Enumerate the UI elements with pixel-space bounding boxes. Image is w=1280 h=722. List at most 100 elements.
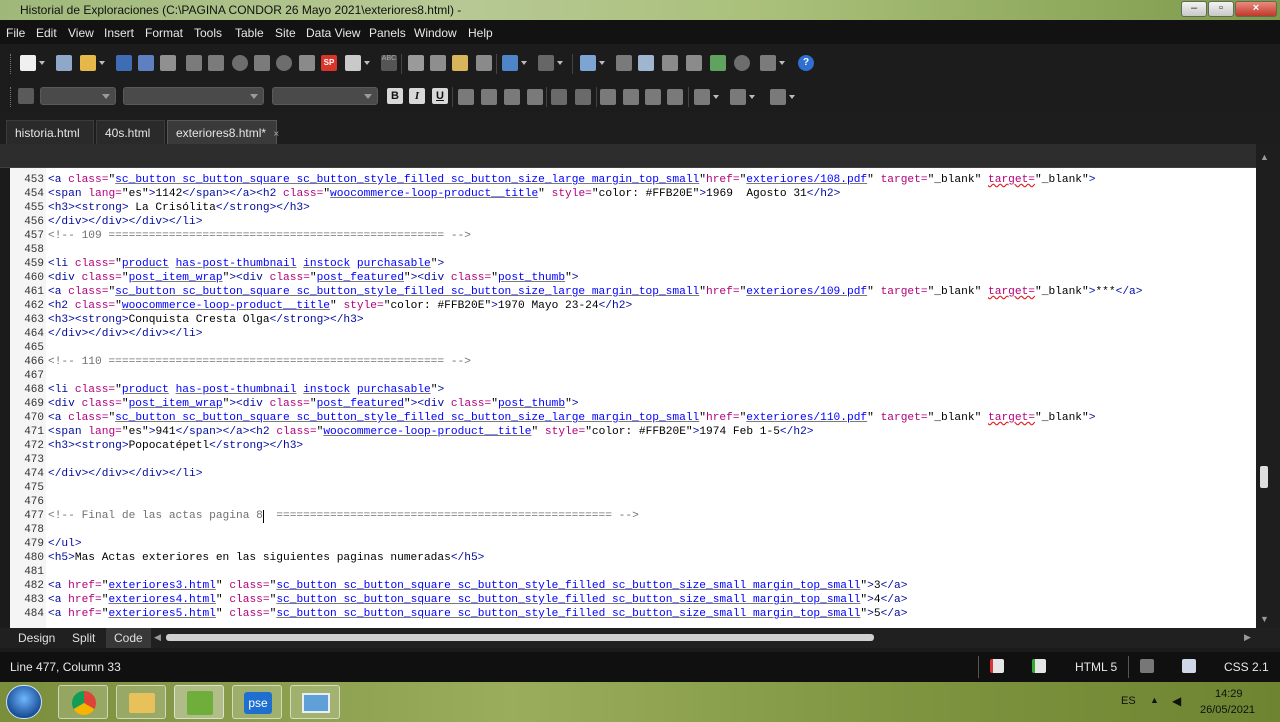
- code-line[interactable]: 460 <div class="post_item_wrap"><div clas…: [10, 271, 1256, 285]
- code-line[interactable]: 471 <span lang="es">941</span></a><h2 cla…: [10, 425, 1256, 439]
- vertical-scrollbar[interactable]: ▲ ▼: [1256, 144, 1280, 628]
- record-icon[interactable]: [734, 55, 750, 71]
- clock-date[interactable]: 26/05/2021: [1200, 704, 1255, 716]
- code-line[interactable]: 467: [10, 369, 1256, 383]
- css-version-label[interactable]: CSS 2.1: [1224, 660, 1269, 674]
- indent-icon[interactable]: [667, 89, 683, 105]
- code-line[interactable]: 457 <!-- 109 ============================…: [10, 229, 1256, 243]
- underline-button[interactable]: U: [432, 88, 448, 104]
- form-icon[interactable]: [710, 55, 726, 71]
- window-size-icon[interactable]: [1140, 659, 1154, 673]
- scroll-up-arrow-icon[interactable]: ▲: [1260, 152, 1269, 162]
- ordered-list-icon[interactable]: [600, 89, 616, 105]
- publish-icon[interactable]: [345, 55, 370, 71]
- bold-button[interactable]: B: [387, 88, 403, 104]
- size-select[interactable]: [272, 87, 378, 105]
- code-line[interactable]: 478: [10, 523, 1256, 537]
- paste-icon[interactable]: [452, 55, 468, 71]
- align-right-icon[interactable]: [504, 89, 520, 105]
- doctype-label[interactable]: HTML 5: [1075, 660, 1117, 674]
- code-line[interactable]: 469 <div class="post_item_wrap"><div clas…: [10, 397, 1256, 411]
- menu-view[interactable]: View: [68, 26, 94, 40]
- code-line[interactable]: 470 <a class="sc_button sc_button_square …: [10, 411, 1256, 425]
- undo-icon[interactable]: [502, 55, 527, 71]
- menu-window[interactable]: Window: [414, 26, 457, 40]
- code-line[interactable]: 474 </div></div></div></li>: [10, 467, 1256, 481]
- taskbar-photos[interactable]: [290, 685, 340, 719]
- justify-icon[interactable]: [527, 89, 543, 105]
- open-folder-icon[interactable]: [80, 55, 105, 71]
- code-line[interactable]: 463 <h3><strong>Conquista Cresta Olga</st…: [10, 313, 1256, 327]
- code-line[interactable]: 455 <h3><strong> La Crisólita</strong></h…: [10, 201, 1256, 215]
- menu-file[interactable]: File: [6, 26, 25, 40]
- menu-data-view[interactable]: Data View: [306, 26, 360, 40]
- code-line[interactable]: 484 <a href="exteriores5.html" class="sc_…: [10, 607, 1256, 621]
- code-line[interactable]: 477 <!-- Final de las actas pagina 8 ====…: [10, 509, 1256, 523]
- horizontal-scroll-thumb[interactable]: [166, 634, 874, 641]
- taskbar-explorer[interactable]: [116, 685, 166, 719]
- menu-site[interactable]: Site: [275, 26, 296, 40]
- help-icon[interactable]: ?: [798, 55, 814, 71]
- align-left-icon[interactable]: [458, 89, 474, 105]
- menu-help[interactable]: Help: [468, 26, 493, 40]
- sp-icon[interactable]: SP: [321, 55, 337, 71]
- windows-start-icon[interactable]: [6, 685, 42, 719]
- snippet-icon[interactable]: [760, 55, 785, 71]
- new-document-icon[interactable]: [56, 55, 72, 71]
- vertical-scroll-thumb[interactable]: [1260, 466, 1268, 488]
- code-line[interactable]: 473: [10, 453, 1256, 467]
- italic-button[interactable]: I: [409, 88, 425, 104]
- align-center-icon[interactable]: [481, 89, 497, 105]
- style-select[interactable]: [40, 87, 116, 105]
- highlight-icon[interactable]: [730, 89, 755, 105]
- clock-time[interactable]: 14:29: [1215, 688, 1243, 700]
- maximize-button[interactable]: ▫: [1208, 1, 1234, 17]
- library-icon[interactable]: [208, 55, 224, 71]
- clear-icon[interactable]: [476, 55, 492, 71]
- image-icon[interactable]: [638, 55, 654, 71]
- split-view-button[interactable]: Split: [64, 628, 103, 648]
- tab-historia[interactable]: historia.html: [6, 120, 94, 144]
- copy-icon[interactable]: [430, 55, 446, 71]
- redo-icon[interactable]: [538, 55, 563, 71]
- code-line[interactable]: 476: [10, 495, 1256, 509]
- code-line[interactable]: 453 <a class="sc_button sc_button_square …: [10, 173, 1256, 187]
- scroll-right-arrow-icon[interactable]: ▶: [1244, 632, 1251, 643]
- preview-icon[interactable]: [299, 55, 315, 71]
- browser-icon[interactable]: [276, 55, 292, 71]
- code-line[interactable]: 472 <h3><strong>Popocatépetl</strong></h3…: [10, 439, 1256, 453]
- validate-icon[interactable]: [232, 55, 248, 71]
- code-line[interactable]: 483 <a href="exteriores4.html" class="sc_…: [10, 593, 1256, 607]
- close-button[interactable]: ×: [1235, 1, 1277, 17]
- find-icon[interactable]: [160, 55, 176, 71]
- code-editor[interactable]: 453 <a class="sc_button sc_button_square …: [10, 168, 1256, 628]
- subscript-icon[interactable]: [575, 89, 591, 105]
- menu-insert[interactable]: Insert: [104, 26, 134, 40]
- save-all-icon[interactable]: [138, 55, 154, 71]
- properties-icon[interactable]: [186, 55, 202, 71]
- unordered-list-icon[interactable]: [623, 89, 639, 105]
- cut-icon[interactable]: [408, 55, 424, 71]
- code-line[interactable]: 456 </div></div></div></li>: [10, 215, 1256, 229]
- menu-edit[interactable]: Edit: [36, 26, 57, 40]
- print-icon[interactable]: [254, 55, 270, 71]
- taskbar-chrome[interactable]: [58, 685, 108, 719]
- superscript-icon[interactable]: [551, 89, 567, 105]
- volume-icon[interactable]: ◀: [1172, 694, 1181, 708]
- code-line[interactable]: 475: [10, 481, 1256, 495]
- code-line[interactable]: 454 <span lang="es">1142</span></a><h2 cl…: [10, 187, 1256, 201]
- code-line[interactable]: 461 <a class="sc_button sc_button_square …: [10, 285, 1256, 299]
- taskbar-dreamweaver[interactable]: [174, 685, 224, 719]
- code-line[interactable]: 468 <li class="product has-post-thumbnail…: [10, 383, 1256, 397]
- scroll-down-arrow-icon[interactable]: ▼: [1260, 614, 1269, 624]
- div-icon[interactable]: [616, 55, 632, 71]
- new-file-icon[interactable]: [20, 55, 45, 71]
- encoding-icon[interactable]: [1182, 659, 1196, 673]
- save-icon[interactable]: [116, 55, 132, 71]
- code-line[interactable]: 466 <!-- 110 ============================…: [10, 355, 1256, 369]
- toolbar-grip[interactable]: [10, 87, 13, 107]
- scroll-left-arrow-icon[interactable]: ◀: [154, 632, 161, 643]
- border-icon[interactable]: [694, 89, 719, 105]
- font-select[interactable]: [123, 87, 264, 105]
- menu-panels[interactable]: Panels: [369, 26, 406, 40]
